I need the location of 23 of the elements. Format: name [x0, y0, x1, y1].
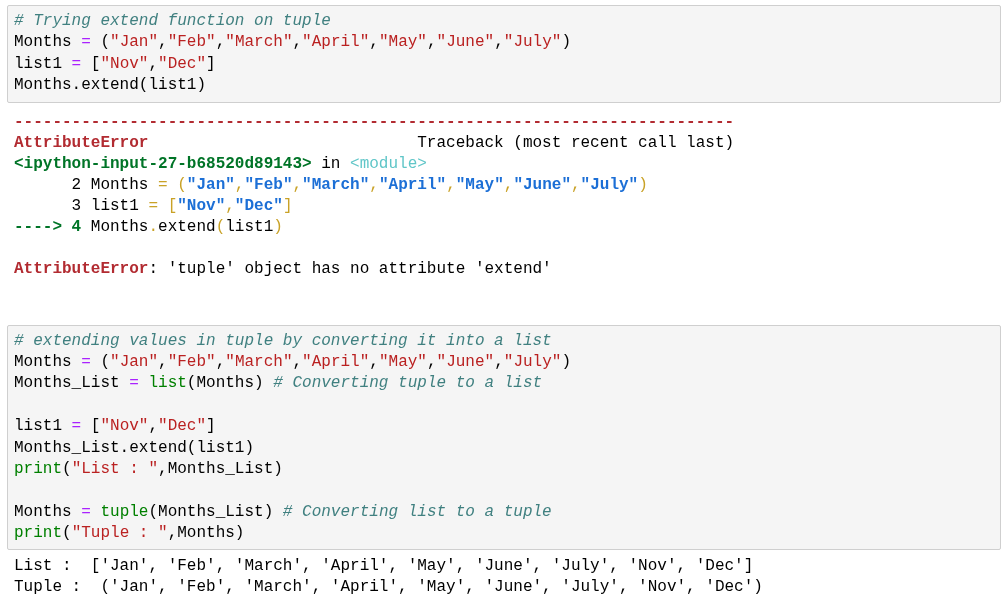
- code-line: list1 = ["Nov","Dec"]: [14, 416, 216, 438]
- code-line: Months_List = list(Months) # Converting tuple to a list: [14, 373, 543, 395]
- traceback-line: ----> 4 Months.extend(list1): [14, 216, 283, 238]
- code-cell[interactable]: [7, 324, 1001, 551]
- traceback-line: <ipython-input-27-b68520d89143> in <module>: [14, 153, 427, 175]
- traceback-line: 2 Months = ("Jan","Feb","March","April","May","June","July"): [70, 174, 648, 196]
- code-line: # Trying extend function on tuple: [14, 11, 331, 32]
- traceback-line: AttributeError: 'tuple' object has no attribute 'extend': [14, 258, 552, 280]
- traceback-line: ---------------------------------------------------------------------------: [14, 111, 735, 133]
- code-cell[interactable]: # Trying extend function on tuple Months = ("Jan","Feb","March","April","May","June","July") list1 = ["Nov","Dec"] Months.extend(list1): [7, 5, 1001, 103]
- code-line: print("Tuple : ",Months): [14, 523, 245, 545]
- code-line: Months_List.extend(list1): [14, 437, 255, 459]
- output-line: List : ['Jan', 'Feb', 'March', 'April', 'May', 'June', 'July', 'Nov', 'Dec']: [14, 556, 754, 578]
- code-line: # extending values in tuple by converting it into a list: [14, 330, 552, 352]
- code-line: Months = tuple(Months_List) # Converting list to a tuple: [14, 501, 552, 523]
- code-line: list1 = ["Nov","Dec"]: [14, 53, 216, 75]
- code-line: Months.extend(list1): [14, 75, 207, 97]
- output-line: Tuple : ('Jan', 'Feb', 'March', 'April', 'May', 'June', 'July', 'Nov', 'Dec'): [14, 577, 763, 599]
- code-line: print("List : ",Months_List): [14, 458, 283, 480]
- code-line: Months = ("Jan","Feb","March","April","May","June","July"): [14, 351, 571, 373]
- traceback-line: 3 list1 = ["Nov","Dec"]: [70, 195, 293, 217]
- traceback-line: AttributeError Traceback (most recent call last): [14, 132, 735, 154]
- code-line: Months = ("Jan","Feb","March","April","May","June","July"): [14, 32, 571, 54]
